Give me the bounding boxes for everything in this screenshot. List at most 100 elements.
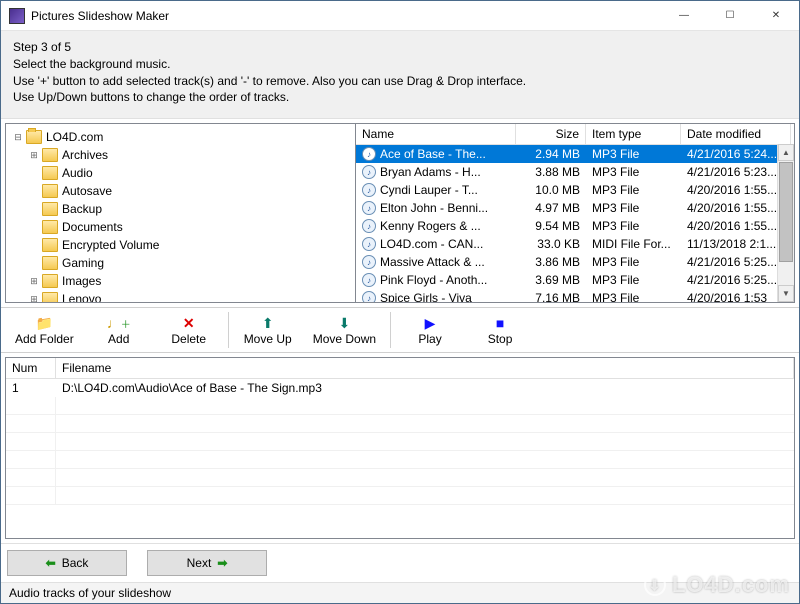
nav-bar: ⬅ Back Next ➡ — [1, 543, 799, 582]
playlist-header[interactable]: Num Filename — [6, 358, 794, 379]
audio-file-icon: ♪ — [362, 165, 376, 179]
file-date: 11/13/2018 2:1... — [681, 237, 791, 251]
next-button[interactable]: Next ➡ — [147, 550, 267, 576]
arrow-down-icon: ⬇ — [339, 314, 351, 332]
app-icon — [9, 8, 25, 24]
playlist-grid[interactable]: Num Filename 1D:\LO4D.com\Audio\Ace of B… — [5, 357, 795, 539]
col-name[interactable]: Name — [356, 124, 516, 144]
close-button[interactable]: ✕ — [753, 1, 799, 31]
file-row[interactable]: ♪Bryan Adams - H...3.88 MBMP3 File4/21/2… — [356, 163, 794, 181]
tree-item[interactable]: ⊞ Archives — [6, 146, 355, 164]
tree-label: Archives — [62, 148, 108, 162]
file-size: 9.54 MB — [516, 219, 586, 233]
file-name: Ace of Base - The... — [380, 147, 486, 161]
tree-item[interactable]: Audio — [6, 164, 355, 182]
scroll-down-icon[interactable]: ▼ — [778, 285, 794, 302]
file-row[interactable]: ♪LO4D.com - CAN...33.0 KBMIDI File For..… — [356, 235, 794, 253]
file-row[interactable]: ♪Pink Floyd - Anoth...3.69 MBMP3 File4/2… — [356, 271, 794, 289]
scroll-up-icon[interactable]: ▲ — [778, 144, 794, 161]
expand-icon[interactable]: ⊞ — [26, 150, 42, 161]
expand-icon[interactable]: ⊞ — [26, 294, 42, 303]
audio-file-icon: ♪ — [362, 183, 376, 197]
track-num: 1 — [6, 381, 56, 395]
col-size[interactable]: Size — [516, 124, 586, 144]
folder-icon — [42, 202, 58, 216]
file-size: 10.0 MB — [516, 183, 586, 197]
expand-icon[interactable]: ⊞ — [26, 276, 42, 287]
file-date: 4/21/2016 5:25... — [681, 255, 791, 269]
tree-item[interactable]: ⊞Lenovo — [6, 290, 355, 302]
separator — [390, 312, 391, 348]
tree-label: Autosave — [62, 184, 112, 198]
minimize-button[interactable]: — — [661, 1, 707, 31]
status-bar: Audio tracks of your slideshow — [1, 582, 799, 603]
folder-icon — [42, 274, 58, 288]
app-window: Pictures Slideshow Maker — ☐ ✕ Step 3 of… — [0, 0, 800, 604]
tree-item[interactable]: Encrypted Volume — [6, 236, 355, 254]
audio-file-icon: ♪ — [362, 147, 376, 161]
back-button[interactable]: ⬅ Back — [7, 550, 127, 576]
tree-item[interactable]: Backup — [6, 200, 355, 218]
play-icon: ▶ — [425, 314, 436, 332]
folder-icon — [42, 256, 58, 270]
tree-root[interactable]: ⊟ LO4D.com — [6, 128, 355, 146]
scroll-thumb[interactable] — [779, 162, 793, 262]
file-type: MP3 File — [586, 273, 681, 287]
folder-icon — [42, 184, 58, 198]
file-size: 4.97 MB — [516, 201, 586, 215]
file-row[interactable]: ♪Cyndi Lauper - T...10.0 MBMP3 File4/20/… — [356, 181, 794, 199]
col-date[interactable]: Date modified — [681, 124, 791, 144]
col-type[interactable]: Item type — [586, 124, 681, 144]
instructions-panel: Step 3 of 5 Select the background music.… — [1, 31, 799, 119]
file-size: 3.86 MB — [516, 255, 586, 269]
file-row[interactable]: ♪Massive Attack & ...3.86 MBMP3 File4/21… — [356, 253, 794, 271]
file-type: MP3 File — [586, 219, 681, 233]
audio-file-icon: ♪ — [362, 201, 376, 215]
file-date: 4/20/2016 1:55... — [681, 201, 791, 215]
playlist-row[interactable]: 1D:\LO4D.com\Audio\Ace of Base - The Sig… — [6, 379, 794, 397]
file-row[interactable]: ♪Spice Girls - Viva7.16 MBMP3 File4/20/2… — [356, 289, 794, 302]
tree-item[interactable]: ⊞ Images — [6, 272, 355, 290]
file-row[interactable]: ♪Elton John - Benni...4.97 MBMP3 File4/2… — [356, 199, 794, 217]
collapse-icon[interactable]: ⊟ — [10, 132, 26, 143]
tree-label: Images — [62, 274, 101, 288]
play-button[interactable]: ▶ Play — [395, 310, 465, 350]
folder-icon — [42, 148, 58, 162]
audio-file-icon: ♪ — [362, 219, 376, 233]
list-header[interactable]: Name Size Item type Date modified — [356, 124, 794, 145]
file-list[interactable]: Name Size Item type Date modified ♪ Ace o… — [356, 124, 794, 302]
tree-item[interactable]: Gaming — [6, 254, 355, 272]
move-down-button[interactable]: ⬇ Move Down — [303, 310, 386, 350]
folder-icon — [42, 220, 58, 234]
arrow-up-icon: ⬆ — [262, 314, 274, 332]
tree-item[interactable]: Autosave — [6, 182, 355, 200]
file-type: MP3 File — [586, 165, 681, 179]
audio-file-icon: ♪ — [362, 255, 376, 269]
file-date: 4/20/2016 1:53 — [681, 291, 791, 302]
file-type: MP3 File — [586, 255, 681, 269]
list-scrollbar[interactable]: ▲ ▼ — [777, 144, 794, 302]
audio-file-icon: ♪ — [362, 237, 376, 251]
tree-label: Gaming — [62, 256, 104, 270]
file-row[interactable]: ♪Ace of Base - The...2.94 MBMP3 File4/21… — [356, 145, 794, 163]
file-type: MIDI File For... — [586, 237, 681, 251]
delete-icon: ✕ — [183, 314, 195, 332]
file-name: Bryan Adams - H... — [380, 165, 481, 179]
folder-icon — [26, 130, 42, 144]
maximize-button[interactable]: ☐ — [707, 1, 753, 31]
col-num[interactable]: Num — [6, 358, 56, 378]
arrow-left-icon: ⬅ — [46, 556, 56, 570]
file-row[interactable]: ♪Kenny Rogers & ...9.54 MBMP3 File4/20/2… — [356, 217, 794, 235]
move-up-button[interactable]: ⬆ Move Up — [233, 310, 303, 350]
stop-button[interactable]: ■ Stop — [465, 310, 535, 350]
file-name: Elton John - Benni... — [380, 201, 488, 215]
tree-item[interactable]: Documents — [6, 218, 355, 236]
delete-button[interactable]: ✕ Delete — [154, 310, 224, 350]
add-icon: ♩＋ — [107, 314, 131, 332]
audio-file-icon: ♪ — [362, 291, 376, 302]
add-button[interactable]: ♩＋ Add — [84, 310, 154, 350]
file-type: MP3 File — [586, 291, 681, 302]
col-filename[interactable]: Filename — [56, 358, 794, 378]
folder-tree[interactable]: ⊟ LO4D.com ⊞ Archives Audio Autosave BackupD… — [6, 124, 356, 302]
add-folder-button[interactable]: 📁 Add Folder — [5, 310, 84, 350]
